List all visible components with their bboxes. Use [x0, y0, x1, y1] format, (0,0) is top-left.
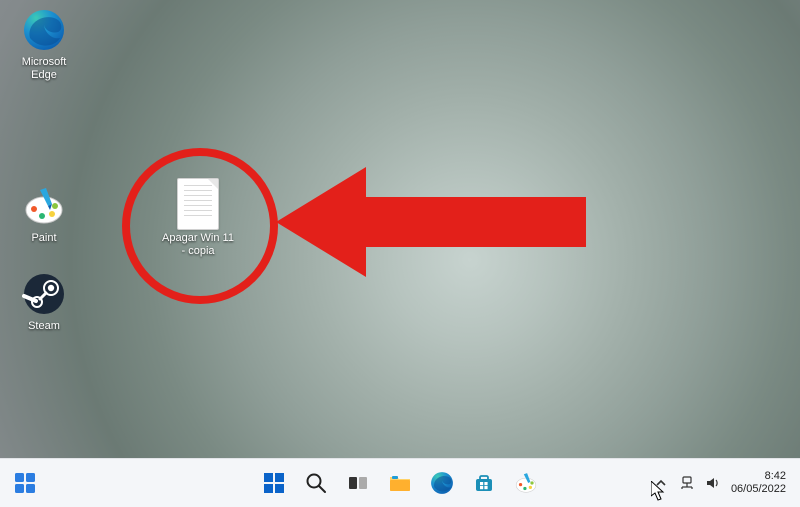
network-icon — [679, 475, 695, 491]
desktop-icon-steam[interactable]: Steam — [6, 270, 82, 333]
widgets-icon — [14, 472, 36, 494]
desktop-icon-label: Apagar Win 11 - copia — [157, 232, 239, 258]
desktop-icon-paint[interactable]: Paint — [6, 182, 82, 245]
clock-date: 06/05/2022 — [731, 483, 786, 496]
tray-volume-button[interactable] — [705, 475, 721, 491]
annotation-arrow — [276, 167, 586, 280]
desktop-icon-label: Microsoft Edge — [6, 56, 82, 82]
taskbar-search-button[interactable] — [297, 464, 335, 502]
edge-icon — [430, 471, 454, 495]
start-icon — [262, 471, 286, 495]
taskbar-tray: 8:42 06/05/2022 — [653, 459, 792, 507]
desktop-icon-label: Paint — [6, 232, 82, 245]
text-file-icon — [177, 178, 219, 230]
desktop-icon-text-file[interactable]: Apagar Win 11 - copia — [157, 178, 239, 258]
taskbar-store-button[interactable] — [465, 464, 503, 502]
clock-time: 8:42 — [731, 470, 786, 483]
taskbar-file-explorer-button[interactable] — [381, 464, 419, 502]
desktop[interactable]: Microsoft Edge Paint — [0, 0, 800, 507]
file-explorer-icon — [388, 471, 412, 495]
search-icon — [305, 472, 327, 494]
volume-icon — [705, 475, 721, 491]
taskbar-task-view-button[interactable] — [339, 464, 377, 502]
tray-network-button[interactable] — [679, 475, 695, 491]
taskbar-center — [255, 464, 545, 502]
paint-icon — [20, 182, 68, 230]
desktop-icon-edge[interactable]: Microsoft Edge — [6, 6, 82, 82]
chevron-up-icon — [655, 477, 667, 489]
edge-icon — [20, 6, 68, 54]
taskbar-paint-button[interactable] — [507, 464, 545, 502]
desktop-icon-label: Steam — [6, 320, 82, 333]
microsoft-store-icon — [473, 472, 495, 494]
taskbar-widgets-button[interactable] — [6, 464, 44, 502]
task-view-icon — [347, 472, 369, 494]
paint-icon — [514, 471, 538, 495]
taskbar-start-button[interactable] — [255, 464, 293, 502]
taskbar-edge-button[interactable] — [423, 464, 461, 502]
taskbar: 8:42 06/05/2022 — [0, 458, 800, 507]
taskbar-clock[interactable]: 8:42 06/05/2022 — [731, 470, 792, 496]
steam-icon — [20, 270, 68, 318]
tray-chevron-button[interactable] — [653, 475, 669, 491]
